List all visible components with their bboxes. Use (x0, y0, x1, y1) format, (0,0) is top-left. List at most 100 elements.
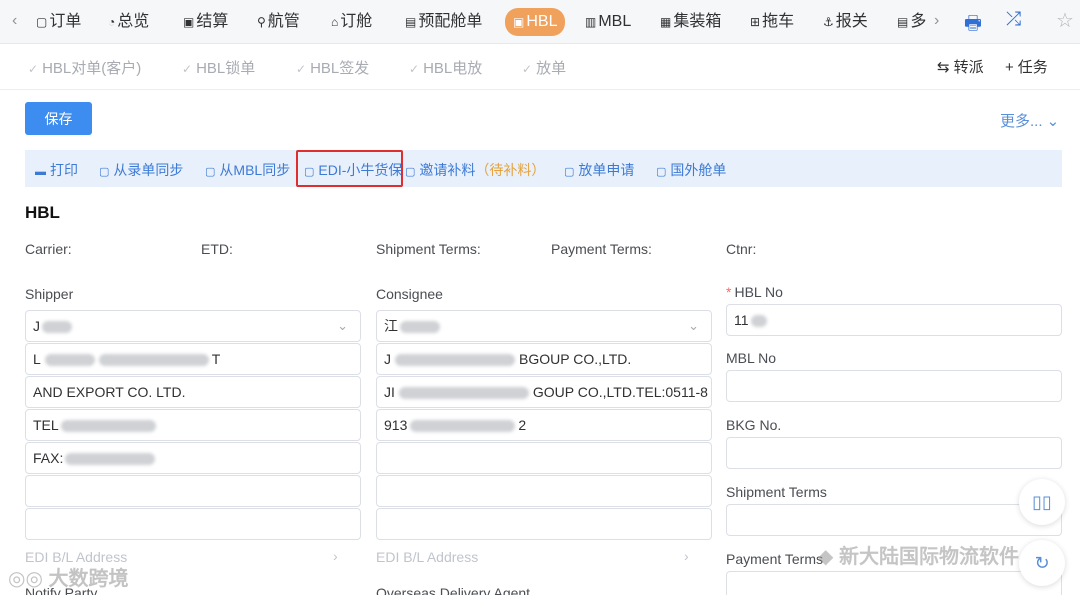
shipper-line-1[interactable]: LT (25, 343, 361, 375)
nav-tab-trucking[interactable]: ⊞ 拖车 (750, 9, 794, 35)
consignee-edi-address-label[interactable]: EDI B/L Address (376, 549, 478, 565)
watermark-logo-icon: ◎◎ (8, 568, 43, 590)
transfer-button[interactable]: ⇆ 转派 (937, 56, 984, 77)
shipment-terms-label: Shipment Terms (726, 484, 827, 500)
book-float-button[interactable]: ▯▯ (1019, 479, 1065, 525)
check-icon: ✓ (182, 62, 193, 76)
nav-tab-customs[interactable]: ⚓ 报关 (823, 9, 868, 35)
nav-tab-hbl[interactable]: ▣ HBL (505, 8, 566, 36)
payment-terms-summary-label: Payment Terms: (551, 241, 652, 257)
pending-badge: 待补料 (489, 162, 532, 178)
sync-from-mbl-action[interactable]: ▢ 从MBL同步 (205, 160, 290, 180)
truck-icon: ⊞ (750, 15, 761, 29)
edi-highlight-box (296, 150, 403, 187)
refresh-float-button[interactable]: ↻ (1019, 540, 1065, 586)
check-icon: ✓ (28, 62, 39, 76)
consignee-line-1[interactable]: J BGOUP CO.,LTD. (376, 343, 712, 375)
document-icon: ▢ (564, 166, 575, 178)
shipper-select[interactable]: J ⌄ (25, 310, 361, 342)
redacted-text (65, 453, 156, 466)
shuffle-icon[interactable]: ⤮ (1006, 9, 1021, 31)
etd-label: ETD: (201, 241, 233, 257)
action-bar: ▬ 打印 ▢ 从录单同步 ▢ 从MBL同步 ▢ EDI-小牛货保 ▢ 邀请补料（待补料） … (25, 150, 1062, 187)
watermark-diamond-icon: ◆ (818, 546, 834, 568)
shipment-terms-input[interactable] (726, 504, 1062, 536)
nav-tab-mbl[interactable]: ▥ MBL (585, 9, 631, 35)
status-hbl-issue[interactable]: ✓ HBL签发 (296, 57, 369, 78)
document-icon: ▢ (405, 166, 416, 178)
nav-tab-manifest[interactable]: ▤ 预配舱单 (405, 9, 482, 35)
print-icon[interactable]: 🖶 (964, 9, 982, 41)
overseas-agent-label: Overseas Delivery Agent (376, 585, 531, 595)
consignee-line-2[interactable]: JI GOUP CO.,LTD.TEL:0511-8 (376, 376, 712, 408)
route-icon: ⚲ (257, 15, 266, 29)
consignee-line-5[interactable] (376, 475, 712, 507)
more-dropdown[interactable]: 更多... ⌄ (1000, 110, 1059, 131)
hbl-icon: ▣ (513, 15, 525, 29)
star-icon[interactable]: ☆ (1056, 8, 1074, 33)
foreign-manifest-action[interactable]: ▢ 国外舱单 (656, 160, 726, 180)
shipper-line-2[interactable]: AND EXPORT CO. LTD. (25, 376, 361, 408)
consignee-label: Consignee (376, 286, 443, 302)
payment-terms-input[interactable] (726, 571, 1062, 595)
settlement-icon: ▣ (183, 15, 195, 29)
nav-prev-arrow-icon[interactable]: ‹ (12, 12, 17, 30)
consignee-select[interactable]: 江 ⌄ (376, 310, 712, 342)
chevron-down-icon: ⌄ (337, 318, 348, 333)
chevron-down-icon: ⌄ (688, 318, 699, 333)
invite-supplement-action[interactable]: ▢ 邀请补料（待补料） (405, 160, 545, 180)
nav-tab-route[interactable]: ⚲ 航管 (257, 9, 300, 35)
redacted-text (750, 315, 767, 328)
plus-icon: + (1005, 59, 1014, 76)
top-nav: ‹ ▢ 订单 ◔ 总览 ▣ 结算 ⚲ 航管 ⌂ 订舱 ▤ 预配舱单 ▣ HBL ▥ MBL ▦ 集… (0, 0, 1080, 44)
redacted-text (98, 354, 209, 367)
hbl-no-input[interactable]: 11 (726, 304, 1062, 336)
carrier-label: Carrier: (25, 241, 72, 257)
nav-tab-booking[interactable]: ⌂ 订舱 (331, 9, 372, 35)
nav-tab-more[interactable]: ▤ 多 (897, 9, 926, 35)
watermark-left: ◎◎ 大数跨境 (8, 568, 129, 590)
print-action[interactable]: ▬ 打印 (35, 160, 78, 180)
shipper-line-4[interactable]: FAX: (25, 442, 361, 474)
watermark-right: ◆ 新大陆国际物流软件 (818, 546, 1019, 568)
status-release[interactable]: ✓ 放单 (522, 57, 566, 78)
shipment-terms-summary-label: Shipment Terms: (376, 241, 481, 257)
shipper-line-3[interactable]: TEL (25, 409, 361, 441)
document-icon: ▢ (656, 166, 667, 178)
bkg-no-input[interactable] (726, 437, 1062, 469)
redacted-text (44, 354, 95, 367)
mbl-icon: ▥ (585, 15, 597, 29)
printer-icon: ▬ (35, 166, 46, 178)
shipper-line-5[interactable] (25, 475, 361, 507)
consignee-line-6[interactable] (376, 508, 712, 540)
status-row: ✓ HBL对单(客户) ✓ HBL锁单 ✓ HBL签发 ✓ HBL电放 ✓ 放单 ⇆ 转派 … (0, 44, 1080, 90)
nav-tab-order[interactable]: ▢ 订单 (36, 9, 81, 35)
nav-next-arrow-icon[interactable]: › (934, 12, 939, 30)
shipper-line-6[interactable] (25, 508, 361, 540)
sync-from-entry-action[interactable]: ▢ 从录单同步 (99, 160, 183, 180)
section-title: HBL (25, 203, 60, 222)
chevron-right-icon[interactable]: › (684, 548, 689, 564)
consignee-line-4[interactable] (376, 442, 712, 474)
nav-tab-settlement[interactable]: ▣ 结算 (183, 9, 228, 35)
mbl-no-input[interactable] (726, 370, 1062, 402)
release-request-action[interactable]: ▢ 放单申请 (564, 160, 634, 180)
task-button[interactable]: + 任务 (1005, 56, 1048, 77)
status-hbl-telex[interactable]: ✓ HBL电放 (409, 57, 482, 78)
consignee-line-3[interactable]: 913 2 (376, 409, 712, 441)
document-icon: ▢ (99, 166, 110, 178)
redacted-text (410, 420, 516, 433)
transfer-icon: ⇆ (937, 59, 950, 76)
status-hbl-lock[interactable]: ✓ HBL锁单 (182, 57, 255, 78)
status-hbl-check-customer[interactable]: ✓ HBL对单(客户) (28, 57, 141, 78)
redacted-text (42, 321, 72, 334)
chevron-right-icon[interactable]: › (333, 548, 338, 564)
check-icon: ✓ (522, 62, 533, 76)
nav-tab-container[interactable]: ▦ 集装箱 (660, 9, 721, 35)
save-button[interactable]: 保存 (25, 102, 92, 135)
nav-tab-overview[interactable]: ◔ 总览 (108, 9, 149, 35)
refresh-icon: ↻ (1034, 553, 1050, 573)
hbl-no-label: * HBL No (726, 284, 783, 300)
mbl-no-label: MBL No (726, 350, 777, 366)
overview-icon: ◔ (108, 15, 116, 29)
